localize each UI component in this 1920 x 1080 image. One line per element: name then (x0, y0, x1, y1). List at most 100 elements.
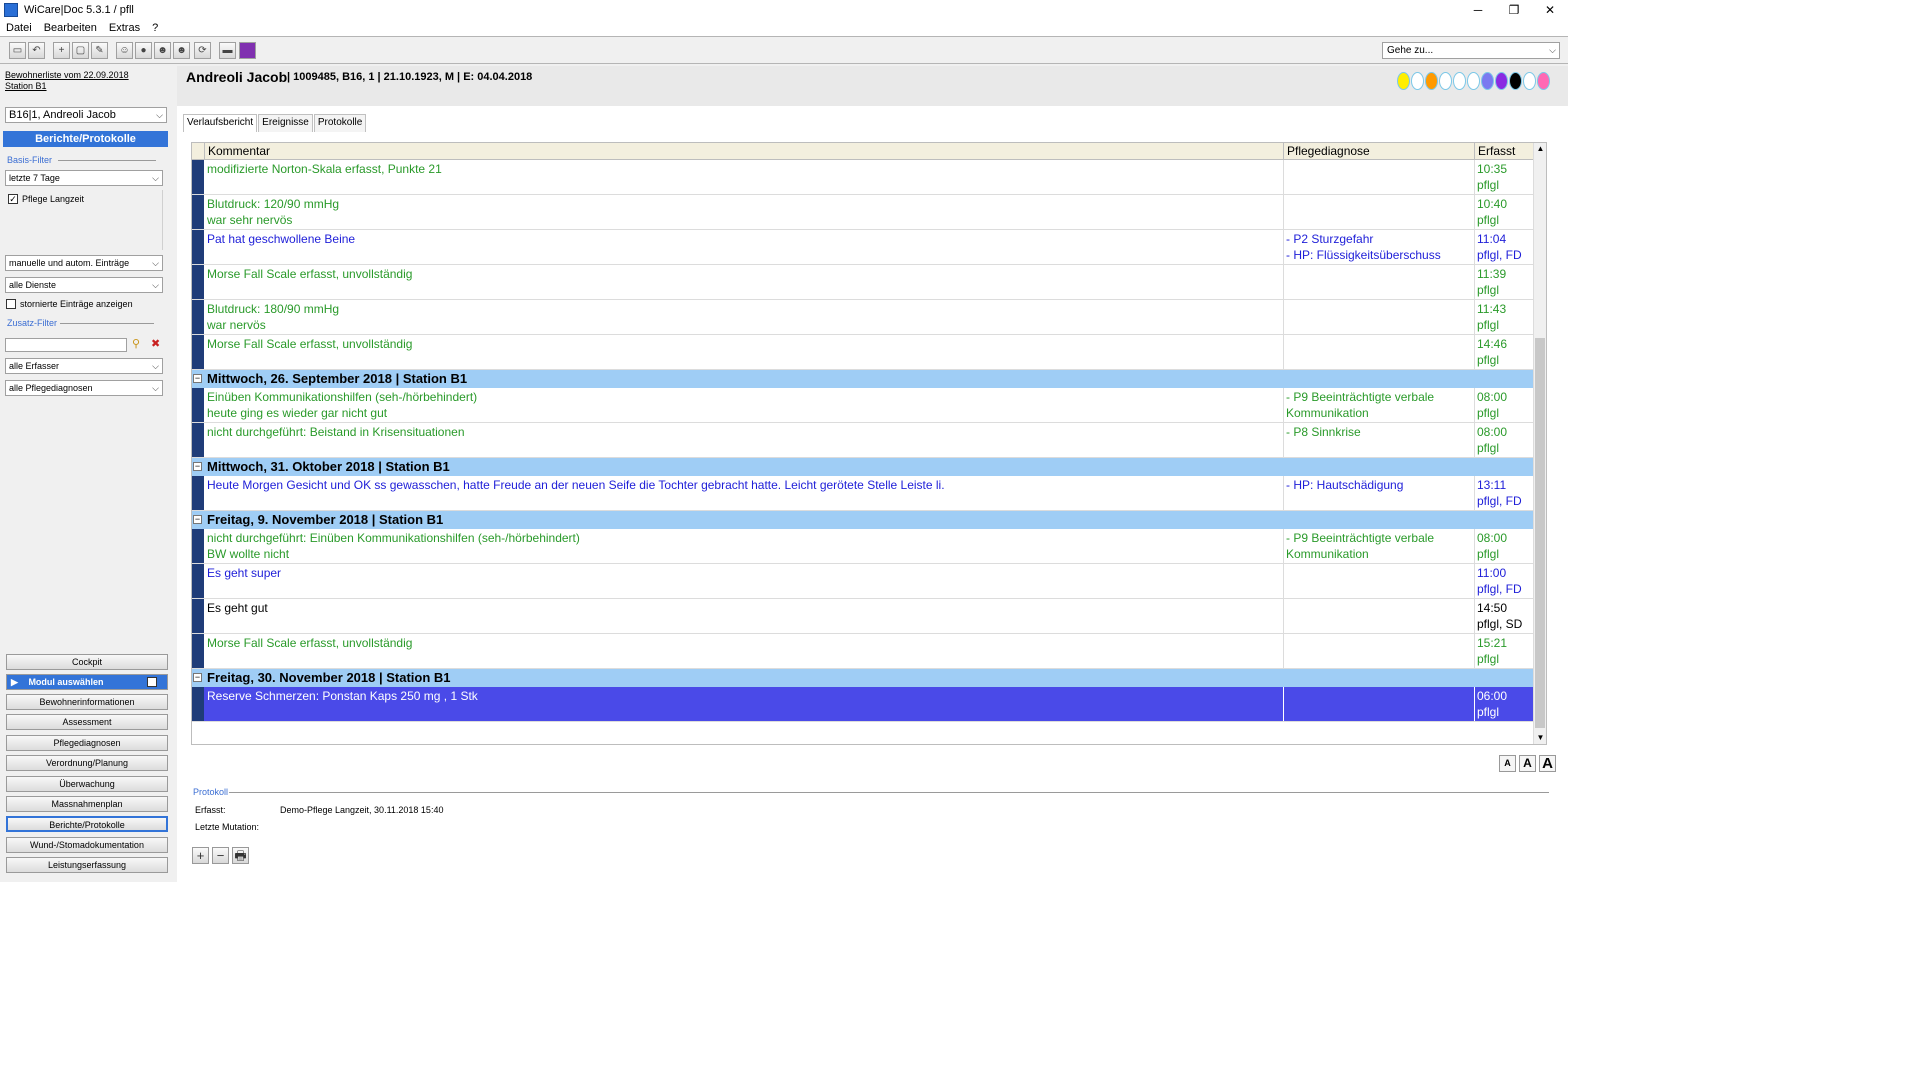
status-dot[interactable] (1495, 72, 1508, 90)
status-dot[interactable] (1425, 72, 1438, 90)
goto-select[interactable]: Gehe zu... ⌵ (1382, 42, 1560, 59)
status-dot[interactable] (1397, 72, 1410, 90)
person-icon[interactable]: ● (135, 42, 152, 59)
day-group-row[interactable]: − Freitag, 30. November 2018 | Station B1 (192, 669, 1545, 687)
erfasser-select[interactable]: alle Erfasser ⌵ (5, 358, 163, 374)
column-header-pflegediagnose[interactable]: Pflegediagnose (1283, 143, 1474, 160)
resident-select[interactable]: B16|1, Andreoli Jacob ⌵ (5, 107, 167, 123)
period-select[interactable]: letzte 7 Tage ⌵ (5, 170, 163, 186)
status-dot[interactable] (1537, 72, 1550, 90)
checkbox-unchecked[interactable] (6, 299, 16, 309)
vertical-scrollbar[interactable]: ▲ ▼ (1533, 143, 1546, 744)
table-row[interactable]: Pat hat geschwollene Beine - P2 Sturzgefa… (192, 230, 1545, 265)
font-medium-button[interactable]: A (1519, 755, 1536, 772)
table-row[interactable]: Es geht super 11:00 pflgl, FD (192, 564, 1545, 599)
clear-search-icon[interactable]: ✖ (151, 337, 160, 350)
font-large-button[interactable]: A (1539, 755, 1556, 772)
nav-assessment[interactable]: Assessment (6, 714, 168, 730)
nav-massnahmenplan[interactable]: Massnahmenplan (6, 796, 168, 812)
collapse-icon[interactable]: − (193, 673, 202, 682)
column-divider (1474, 564, 1475, 598)
window-icon[interactable]: ▢ (72, 42, 89, 59)
menu-help[interactable]: ? (152, 22, 158, 34)
scroll-thumb[interactable] (1535, 338, 1545, 728)
table-row[interactable]: Blutdruck: 180/90 mmHg war nervös 11:43 pfl… (192, 300, 1545, 335)
minimize-button[interactable]: ─ (1460, 0, 1496, 20)
table-row[interactable]: Morse Fall Scale erfasst, unvollständig 1… (192, 634, 1545, 669)
status-dot[interactable] (1523, 72, 1536, 90)
patient-header: Andreoli Jacob | 1009485, B16, 1 | 21.10… (177, 66, 1568, 106)
nav-pflegediagnosen[interactable]: Pflegediagnosen (6, 735, 168, 751)
status-dot[interactable] (1439, 72, 1452, 90)
tab-ereignisse[interactable]: Ereignisse (258, 114, 313, 132)
tab-protokolle[interactable]: Protokolle (313, 114, 367, 132)
module-select-button[interactable]: ▶ Modul auswählen (6, 674, 168, 690)
services-select[interactable]: alle Dienste ⌵ (5, 277, 163, 293)
scroll-up-icon[interactable]: ▲ (1534, 143, 1546, 155)
nav-ueberwachung[interactable]: Überwachung (6, 776, 168, 792)
refresh-icon[interactable]: ⟳ (194, 42, 211, 59)
menu-extras[interactable]: Extras (109, 22, 140, 34)
menu-datei[interactable]: Datei (6, 22, 32, 34)
table-row[interactable]: Morse Fall Scale erfasst, unvollständig 1… (192, 265, 1545, 300)
resident-list-link[interactable]: Bewohnerliste vom 22.09.2018 Station B1 (5, 70, 129, 92)
storniert-option[interactable]: stornierte Einträge anzeigen (6, 299, 133, 309)
person-remove-icon[interactable]: ☻ (173, 42, 190, 59)
print-icon[interactable]: ▬ (219, 42, 236, 59)
remove-button[interactable]: − (212, 847, 229, 864)
cockpit-button[interactable]: Cockpit (6, 654, 168, 670)
day-group-row[interactable]: − Freitag, 9. November 2018 | Station B1 (192, 511, 1545, 529)
care-type-list[interactable]: ✓ Pflege Langzeit (5, 190, 163, 250)
row-indicator (192, 529, 204, 563)
scroll-down-icon[interactable]: ▼ (1534, 732, 1546, 744)
undo-icon[interactable]: ↶ (28, 42, 45, 59)
table-row[interactable]: modifizierte Norton-Skala erfasst, Punkt… (192, 160, 1545, 195)
maximize-button[interactable]: ❐ (1496, 0, 1532, 20)
status-dot[interactable] (1481, 72, 1494, 90)
diagnosen-select[interactable]: alle Pflegediagnosen ⌵ (5, 380, 163, 396)
table-row[interactable]: Morse Fall Scale erfasst, unvollständig 1… (192, 335, 1545, 370)
table-row[interactable]: Blutdruck: 120/90 mmHg war sehr nervös 10:… (192, 195, 1545, 230)
day-group-label: Freitag, 9. November 2018 | Station B1 (207, 512, 444, 527)
tab-verlaufsbericht[interactable]: Verlaufsbericht (183, 114, 258, 132)
search-input[interactable] (5, 338, 127, 352)
save-icon[interactable]: ▭ (9, 42, 26, 59)
search-icon[interactable]: ⚲ (132, 337, 140, 350)
nav-berichte-protokolle[interactable]: Berichte/Protokolle (6, 816, 168, 832)
status-dot[interactable] (1453, 72, 1466, 90)
print-button[interactable]: 🖶 (232, 847, 249, 864)
toolbar: ▭ ↶ + ▢ ✎ ☺ ● ☻ ☻ ⟳ ▬ Gehe zu... ⌵ (0, 36, 1568, 64)
checkbox-checked[interactable]: ✓ (8, 194, 18, 204)
font-small-button[interactable]: A (1499, 755, 1516, 772)
nav-leistungserfassung[interactable]: Leistungserfassung (6, 857, 168, 873)
table-row[interactable]: Es geht gut 14:50 pflgl, SD (192, 599, 1545, 634)
day-group-row[interactable]: − Mittwoch, 26. September 2018 | Station … (192, 370, 1545, 388)
day-group-row[interactable]: − Mittwoch, 31. Oktober 2018 | Station B1 (192, 458, 1545, 476)
column-header-kommentar[interactable]: Kommentar (204, 143, 1283, 160)
entries-select[interactable]: manuelle und autom. Einträge ⌵ (5, 255, 163, 271)
nav-wund-stomadokumentation[interactable]: Wund-/Stomadokumentation (6, 837, 168, 853)
status-dot[interactable] (1467, 72, 1480, 90)
module-checkbox[interactable] (147, 677, 157, 687)
table-row[interactable]: Einüben Kommunikationshilfen (seh-/hörbe… (192, 388, 1545, 423)
add-button[interactable]: + (192, 847, 209, 864)
person-add-icon[interactable]: ☻ (154, 42, 171, 59)
collapse-icon[interactable]: − (193, 515, 202, 524)
collapse-icon[interactable]: − (193, 462, 202, 471)
status-dot[interactable] (1509, 72, 1522, 90)
color-icon[interactable] (239, 42, 256, 59)
table-row[interactable]: Reserve Schmerzen: Ponstan Kaps 250 mg ,… (192, 687, 1545, 722)
menu-bearbeiten[interactable]: Bearbeiten (44, 22, 97, 34)
close-button[interactable]: ✕ (1532, 0, 1568, 20)
pflege-langzeit-option[interactable]: ✓ Pflege Langzeit (8, 194, 84, 204)
status-dot[interactable] (1411, 72, 1424, 90)
nav-verordnung-planung[interactable]: Verordnung/Planung (6, 755, 168, 771)
table-row[interactable]: Heute Morgen Gesicht und OK ss gewassche… (192, 476, 1545, 511)
new-icon[interactable]: + (53, 42, 70, 59)
users-icon[interactable]: ☺ (116, 42, 133, 59)
nav-bewohnerinformationen[interactable]: Bewohnerinformationen (6, 694, 168, 710)
collapse-icon[interactable]: − (193, 374, 202, 383)
edit-icon[interactable]: ✎ (91, 42, 108, 59)
table-row[interactable]: nicht durchgeführt: Beistand in Krisensi… (192, 423, 1545, 458)
table-row[interactable]: nicht durchgeführt: Einüben Kommunikatio… (192, 529, 1545, 564)
